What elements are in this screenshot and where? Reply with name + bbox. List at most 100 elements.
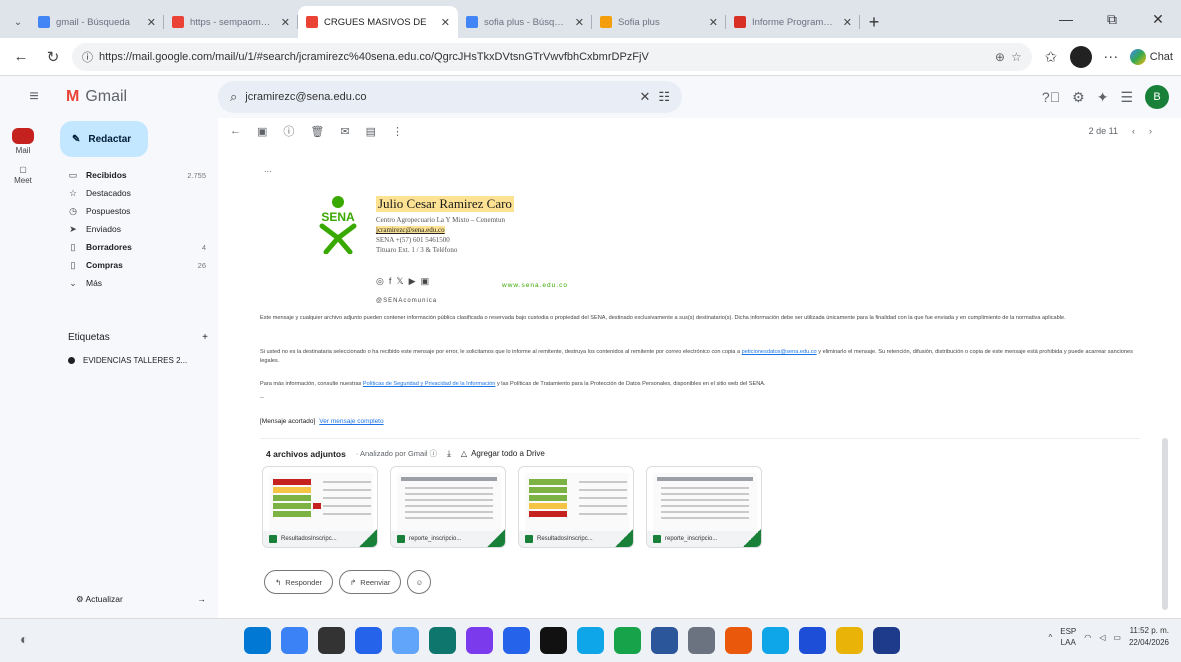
apps-grid-icon[interactable]: ☰ (1120, 89, 1133, 106)
star-bookmark-icon[interactable]: ☆ (1011, 50, 1022, 64)
report-spam-icon[interactable]: ⓘ (283, 123, 294, 139)
signature-website[interactable]: www.sena.edu.co (502, 282, 568, 289)
search-icon[interactable]: ⌕ (230, 89, 237, 105)
back-to-list-icon[interactable]: ← (230, 125, 241, 137)
sidebar-item-más[interactable]: ⌄ Más (46, 274, 218, 292)
move-to-icon[interactable]: ▤ (366, 125, 376, 138)
signature-email-link[interactable]: jcramirezc@sena.edu.co (376, 226, 445, 234)
close-tab-icon[interactable]: ✕ (281, 16, 290, 29)
close-tab-icon[interactable]: ✕ (147, 16, 156, 29)
gmail-logo[interactable]: M Gmail (54, 88, 204, 106)
youtube-icon[interactable]: ▶ (409, 276, 416, 287)
facebook-icon[interactable]: f (389, 276, 392, 287)
account-avatar[interactable]: B (1145, 85, 1169, 109)
next-page-icon[interactable]: › (1149, 126, 1152, 136)
back-icon[interactable]: ← (8, 44, 34, 70)
profile-avatar[interactable] (1069, 45, 1092, 68)
close-tab-icon[interactable]: ✕ (575, 16, 584, 29)
language-indicator[interactable]: ESP LAA (1060, 626, 1076, 648)
attachment-card[interactable]: ResultadosInscripc... (262, 466, 378, 548)
taskbar-app-icon[interactable] (355, 627, 382, 654)
sidebar-item-enviados[interactable]: ➤ Enviados (46, 220, 218, 238)
tab-search-icon[interactable]: ⌄ (6, 6, 30, 38)
compose-button[interactable]: ✎ Redactar (60, 121, 148, 157)
scrollbar[interactable] (1160, 148, 1170, 618)
trimmed-content-toggle[interactable]: ... (264, 164, 272, 174)
emoji-reaction-button[interactable]: ☺ (407, 570, 432, 594)
browser-tab[interactable]: Informe Programa de F ✕ (726, 6, 860, 38)
prev-page-icon[interactable]: ‹ (1132, 126, 1135, 136)
taskbar-app-icon[interactable] (651, 627, 678, 654)
search-bar[interactable]: ⌕ jcramirezc@sena.edu.co ✕ ☷ (218, 81, 682, 113)
arrow-right-icon[interactable]: → (198, 594, 207, 605)
main-menu-icon[interactable]: ≡ (14, 88, 54, 106)
taskbar-app-icon[interactable] (503, 627, 530, 654)
more-actions-icon[interactable]: ⋮ (392, 125, 403, 138)
wifi-icon[interactable]: ◠ (1084, 633, 1091, 642)
mark-unread-icon[interactable]: ✉ (340, 125, 349, 138)
clear-search-icon[interactable]: ✕ (639, 89, 650, 105)
delete-icon[interactable]: 🗑 (310, 125, 324, 138)
reply-button[interactable]: ↰ Responder (264, 570, 333, 594)
sidebar-item-pospuestos[interactable]: ◷ Pospuestos (46, 202, 218, 220)
linkedin-icon[interactable]: ▣ (421, 276, 430, 287)
browser-tab[interactable]: CRGUES MASIVOS DE ✕ (298, 6, 458, 38)
site-info-icon[interactable]: ⓘ (82, 49, 93, 65)
battery-icon[interactable]: ▭ (1113, 633, 1121, 642)
browser-tab[interactable]: gmail - Búsqueda ✕ (30, 6, 164, 38)
taskbar-app-icon[interactable] (244, 627, 271, 654)
view-full-message-link[interactable]: Ver mensaje completo (319, 418, 383, 425)
download-all-icon[interactable]: ⤓ (447, 448, 451, 459)
search-options-icon[interactable]: ☷ (658, 89, 670, 105)
maximize-icon[interactable]: ⧉ (1089, 0, 1135, 38)
label-item[interactable]: EVIDENCIAS TALLERES 2... (68, 356, 187, 365)
volume-icon[interactable]: ◁ (1099, 633, 1105, 642)
favorites-icon[interactable]: ✩ (1038, 44, 1064, 70)
zoom-icon[interactable]: ⊕ (995, 50, 1005, 64)
reload-icon[interactable]: ↻ (40, 44, 66, 70)
sidebar-item-destacados[interactable]: ☆ Destacados (46, 184, 218, 202)
url-field[interactable]: ⓘ https://mail.google.com/mail/u/1/#sear… (72, 42, 1032, 71)
widgets-icon[interactable]: ◐ (20, 631, 28, 647)
new-tab-button[interactable]: + (860, 6, 888, 38)
archive-icon[interactable]: ▣ (257, 125, 267, 138)
gemini-icon[interactable]: ✦ (1097, 89, 1109, 106)
clock[interactable]: 11:52 p. m. 22/04/2026 (1129, 625, 1169, 649)
sidebar-item-recibidos[interactable]: ▭ Recibidos 2.755 (46, 166, 218, 184)
browser-tab[interactable]: Sofia plus ✕ (592, 6, 726, 38)
browser-tab[interactable]: https - sempaomapps ✕ (164, 6, 298, 38)
add-label-icon[interactable]: + (202, 332, 208, 343)
taskbar-app-icon[interactable] (318, 627, 345, 654)
taskbar-app-icon[interactable] (725, 627, 752, 654)
sidebar-item-borradores[interactable]: ▯ Borradores 4 (46, 238, 218, 256)
browser-tab[interactable]: sofia plus - Búsqueda ✕ (458, 6, 592, 38)
attachment-card[interactable]: reporte_inscripcio... (390, 466, 506, 548)
taskbar-app-icon[interactable] (429, 627, 456, 654)
scrollbar-thumb[interactable] (1162, 438, 1168, 610)
rail-meet[interactable]: ▢ Meet (0, 165, 46, 185)
close-tab-icon[interactable]: ✕ (843, 16, 852, 29)
paragraph-link[interactable]: Políticas de Seguridad y Privacidad de l… (363, 381, 495, 387)
forward-button[interactable]: ↱ Reenviar (339, 570, 402, 594)
twitter-icon[interactable]: 𝕏 (396, 276, 403, 287)
add-to-drive-button[interactable]: △ Agregar todo a Drive (461, 449, 545, 458)
rail-mail[interactable]: Mail (0, 128, 46, 155)
attachment-card[interactable]: reporte_inscripcio... (646, 466, 762, 548)
taskbar-app-icon[interactable] (466, 627, 493, 654)
update-row[interactable]: ⚙ Actualizar → (76, 594, 206, 605)
taskbar-app-icon[interactable] (577, 627, 604, 654)
search-input[interactable]: jcramirezc@sena.edu.co (245, 91, 631, 103)
close-window-icon[interactable]: ✕ (1135, 0, 1181, 38)
taskbar-app-icon[interactable] (762, 627, 789, 654)
taskbar-app-icon[interactable] (392, 627, 419, 654)
instagram-icon[interactable]: ◎ (376, 276, 384, 287)
more-icon[interactable]: ··· (1098, 44, 1124, 70)
taskbar-app-icon[interactable] (540, 627, 567, 654)
taskbar-app-icon[interactable] (836, 627, 863, 654)
close-tab-icon[interactable]: ✕ (441, 16, 450, 29)
taskbar-app-icon[interactable] (614, 627, 641, 654)
show-hidden-icons[interactable]: ^ (1048, 633, 1052, 642)
taskbar-app-icon[interactable] (281, 627, 308, 654)
help-icon[interactable]: ?⃝ (1042, 89, 1060, 105)
minimize-icon[interactable]: — (1043, 0, 1089, 38)
